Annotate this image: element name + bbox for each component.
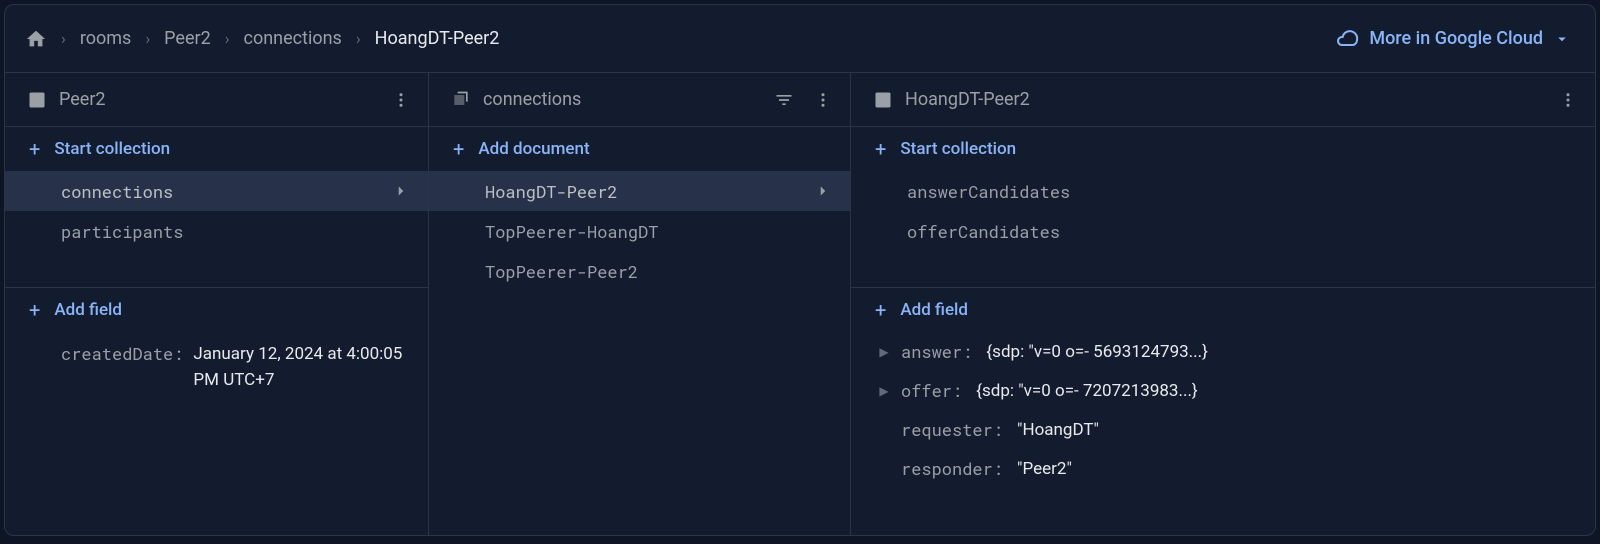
collections-list: answerCandidates offerCandidates (851, 171, 1595, 251)
column-title: connections (483, 89, 758, 110)
breadcrumb-item[interactable]: rooms (80, 28, 132, 49)
chevron-right-icon: › (145, 29, 150, 48)
more-menu-button[interactable] (810, 87, 836, 113)
field-row[interactable]: ▶ requester: "HoangDT" (851, 410, 1595, 449)
field-key: offer: (901, 379, 962, 402)
field-value: "Peer2" (1017, 459, 1072, 479)
expand-caret-icon[interactable]: ▶ (875, 345, 893, 359)
breadcrumb-item-active[interactable]: HoangDT-Peer2 (375, 28, 500, 49)
plus-icon: + (453, 139, 464, 159)
chevron-down-icon (1553, 30, 1571, 48)
document-item-label: HoangDT-Peer2 (485, 180, 814, 203)
columns: Peer2 + Start collection connections par… (5, 73, 1595, 535)
field-value: {sdp: "v=0 o=- 5693124793...} (986, 342, 1207, 362)
home-icon[interactable] (25, 28, 47, 50)
more-in-google-cloud-button[interactable]: More in Google Cloud (1335, 27, 1571, 51)
field-key: requester: (901, 418, 1003, 441)
collection-icon (451, 90, 471, 110)
breadcrumb-item[interactable]: connections (244, 28, 342, 49)
plus-icon: + (29, 300, 40, 320)
add-document-label: Add document (478, 139, 589, 159)
document-icon (27, 90, 47, 110)
document-item-label: TopPeerer-Peer2 (485, 260, 832, 283)
collection-item-label: participants (61, 220, 410, 243)
add-document-button[interactable]: + Add document (429, 127, 850, 171)
column-header: connections (429, 73, 850, 127)
column-header: Peer2 (5, 73, 428, 127)
fields-section: + Add field createdDate: January 12, 202… (5, 287, 428, 393)
field-row[interactable]: ▶ offer: {sdp: "v=0 o=- 7207213983...} (851, 371, 1595, 410)
more-menu-button[interactable] (388, 87, 414, 113)
plus-icon: + (875, 300, 886, 320)
document-item[interactable]: TopPeerer-Peer2 (429, 251, 850, 291)
fields-section: + Add field ▶ answer: {sdp: "v=0 o=- 569… (851, 287, 1595, 488)
chevron-right-icon: › (61, 29, 66, 48)
breadcrumb-item[interactable]: Peer2 (164, 28, 211, 49)
field-row[interactable]: createdDate: January 12, 2024 at 4:00:05… (5, 332, 428, 393)
more-menu-button[interactable] (1555, 87, 1581, 113)
expand-caret-icon[interactable]: ▶ (875, 384, 893, 398)
more-cloud-label: More in Google Cloud (1369, 28, 1543, 49)
documents-list: HoangDT-Peer2 TopPeerer-HoangDT TopPeere… (429, 171, 850, 291)
collection-item[interactable]: connections (5, 171, 428, 211)
plus-icon: + (29, 139, 40, 159)
field-value: {sdp: "v=0 o=- 7207213983...} (976, 381, 1197, 401)
chevron-right-icon (814, 182, 832, 200)
document-item-label: TopPeerer-HoangDT (485, 220, 832, 243)
field-key: createdDate: (61, 342, 183, 365)
collection-item-label: connections (61, 180, 392, 203)
chevron-right-icon (392, 182, 410, 200)
collection-item[interactable]: offerCandidates (851, 211, 1595, 251)
start-collection-button[interactable]: + Start collection (5, 127, 428, 171)
collection-item[interactable]: answerCandidates (851, 171, 1595, 211)
filter-button[interactable] (770, 86, 798, 114)
field-row[interactable]: ▶ responder: "Peer2" (851, 449, 1595, 488)
cloud-icon (1335, 27, 1359, 51)
collection-column-connections: connections + Add document HoangDT-Peer2 (429, 73, 851, 535)
start-collection-label: Start collection (54, 139, 170, 159)
field-key: responder: (901, 457, 1003, 480)
field-value: "HoangDT" (1017, 420, 1099, 440)
document-item[interactable]: TopPeerer-HoangDT (429, 211, 850, 251)
topbar: › rooms › Peer2 › connections › HoangDT-… (5, 5, 1595, 73)
document-icon (873, 90, 893, 110)
column-title: HoangDT-Peer2 (905, 89, 1543, 110)
add-field-button[interactable]: + Add field (851, 288, 1595, 332)
field-key: answer: (901, 340, 972, 363)
document-item[interactable]: HoangDT-Peer2 (429, 171, 850, 211)
field-row[interactable]: ▶ answer: {sdp: "v=0 o=- 5693124793...} (851, 332, 1595, 371)
add-field-label: Add field (54, 300, 122, 320)
column-header: HoangDT-Peer2 (851, 73, 1595, 127)
collection-item[interactable]: participants (5, 211, 428, 251)
start-collection-button[interactable]: + Start collection (851, 127, 1595, 171)
document-column-peer2: Peer2 + Start collection connections par… (5, 73, 429, 535)
document-column-hoangdt-peer2: HoangDT-Peer2 + Start collection answerC… (851, 73, 1595, 535)
chevron-right-icon: › (356, 29, 361, 48)
collection-item-label: offerCandidates (907, 220, 1577, 243)
add-field-button[interactable]: + Add field (5, 288, 428, 332)
collection-item-label: answerCandidates (907, 180, 1577, 203)
start-collection-label: Start collection (900, 139, 1016, 159)
field-value: January 12, 2024 at 4:00:05 PM UTC+7 (193, 342, 413, 393)
plus-icon: + (875, 139, 886, 159)
add-field-label: Add field (900, 300, 968, 320)
chevron-right-icon: › (225, 29, 230, 48)
breadcrumb: › rooms › Peer2 › connections › HoangDT-… (25, 28, 1335, 50)
collections-list: connections participants (5, 171, 428, 251)
column-title: Peer2 (59, 89, 376, 110)
